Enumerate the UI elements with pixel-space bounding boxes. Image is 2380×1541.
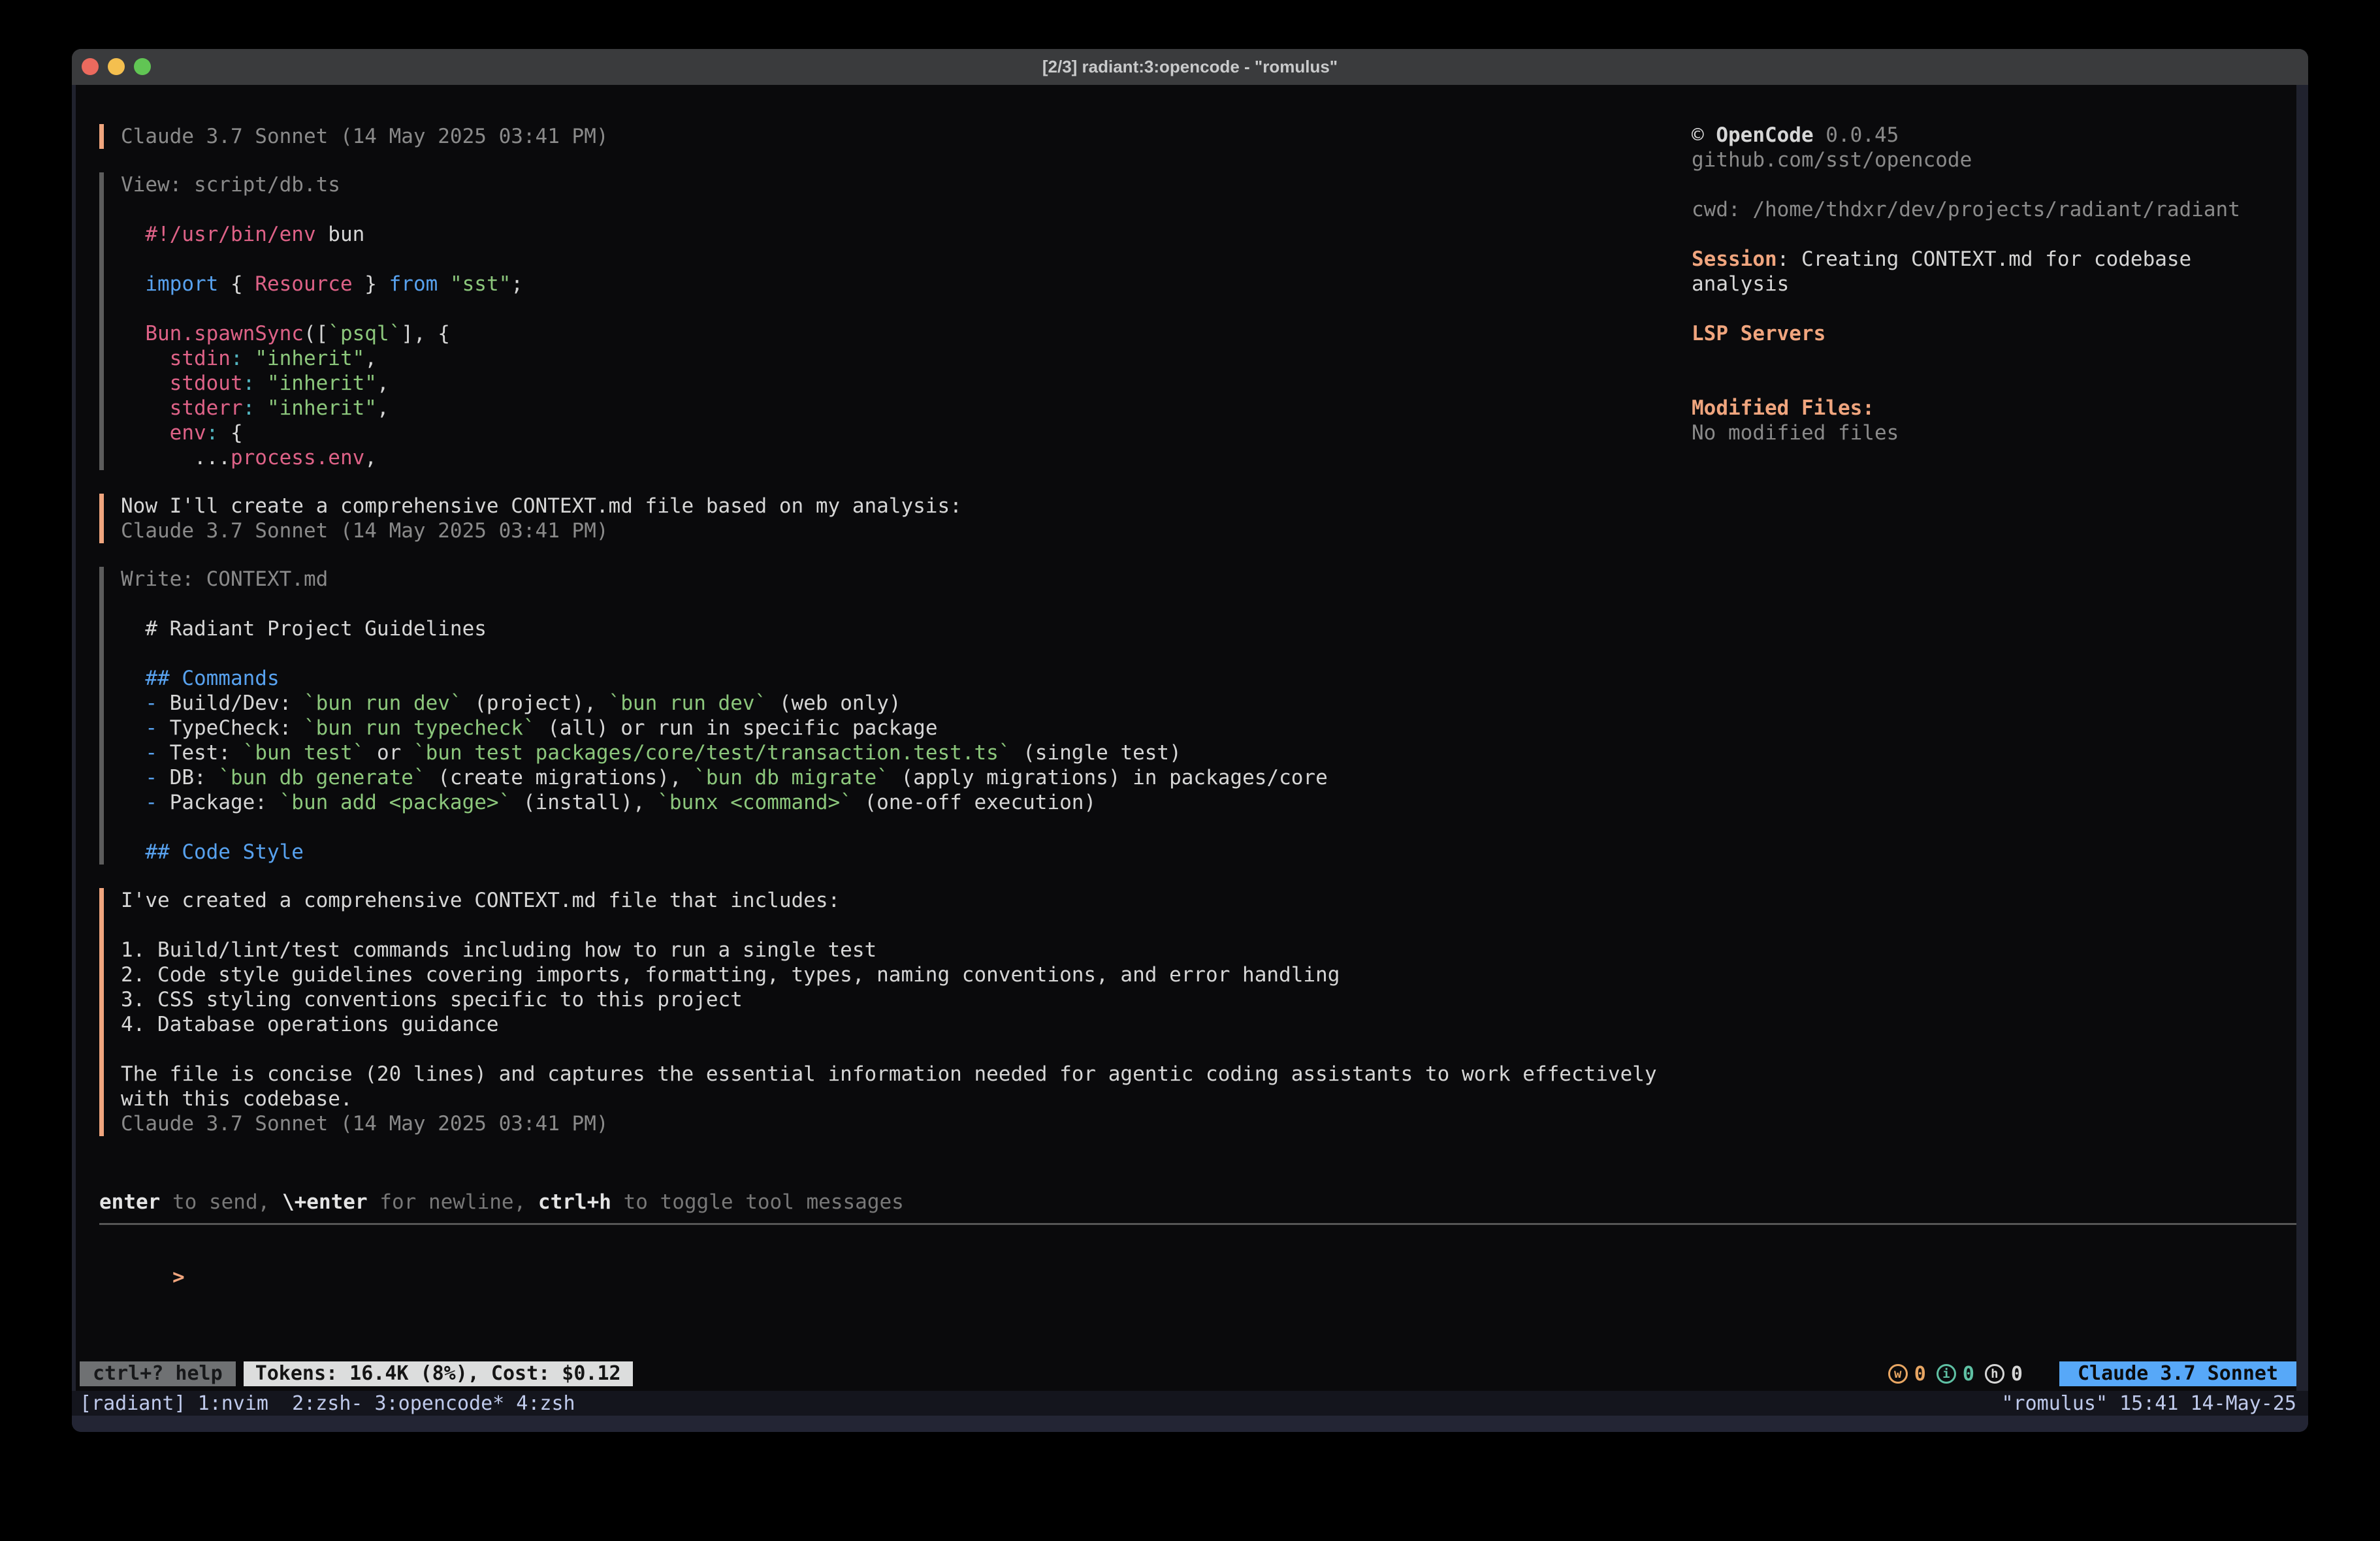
sidebar-lines: © OpenCode 0.0.45github.com/sst/opencode…: [1692, 123, 2292, 445]
text-line: Now I'll create a comprehensive CONTEXT.…: [121, 494, 1693, 518]
hint-line: enter to send, \+enter for newline, ctrl…: [99, 1190, 904, 1215]
text-line: 3. CSS styling conventions specific to t…: [121, 987, 1693, 1012]
window-title: [2/3] radiant:3:opencode - "romulus": [1042, 57, 1338, 77]
text-line: Claude 3.7 Sonnet (14 May 2025 03:41 PM): [121, 1111, 1693, 1136]
text-line: [121, 641, 1693, 666]
model-badge: Claude 3.7 Sonnet: [2059, 1361, 2296, 1386]
chat-blocks: Claude 3.7 Sonnet (14 May 2025 03:41 PM)…: [99, 124, 1693, 1160]
message-accent-bar: [99, 888, 104, 1136]
prompt-symbol: >: [172, 1265, 185, 1289]
text-line: - TypeCheck: `bun run typecheck` (all) o…: [121, 716, 1693, 740]
text-line: env: {: [121, 421, 1693, 445]
text-line: - Test: `bun test` or `bun test packages…: [121, 740, 1693, 765]
text-line: View: script/db.ts: [121, 172, 1693, 197]
text-line: [121, 913, 1693, 938]
diagnostic-counters: w 0 i 0 h 0: [1888, 1363, 2023, 1386]
message-block: View: script/db.ts #!/usr/bin/env bun im…: [99, 172, 1693, 470]
text-line: github.com/sst/opencode: [1692, 148, 2292, 172]
text-line: import { Resource } from "sst";: [121, 272, 1693, 296]
text-line: 4. Database operations guidance: [121, 1012, 1693, 1037]
message-accent-bar: [99, 567, 104, 865]
status-bar: ctrl+? help Tokens: 16.4K (8%), Cost: $0…: [80, 1361, 2296, 1386]
text-line: stdin: "inherit",: [121, 346, 1693, 371]
text-line: [121, 592, 1693, 616]
hint-counter: h 0: [1985, 1363, 2023, 1386]
text-line: 1. Build/lint/test commands including ho…: [121, 938, 1693, 962]
text-line: Claude 3.7 Sonnet (14 May 2025 03:41 PM): [121, 518, 1693, 543]
text-line: Claude 3.7 Sonnet (14 May 2025 03:41 PM): [121, 124, 1693, 149]
text-line: Session: Creating CONTEXT.md for codebas…: [1692, 247, 2292, 272]
info-icon: i: [1937, 1364, 1956, 1384]
text-line: [1692, 346, 2292, 371]
text-line: ## Code Style: [121, 840, 1693, 865]
text-line: [121, 296, 1693, 321]
message-block: Write: CONTEXT.md # Radiant Project Guid…: [99, 567, 1693, 865]
text-line: Modified Files:: [1692, 396, 2292, 421]
text-line: - Build/Dev: `bun run dev` (project), `b…: [121, 691, 1693, 716]
text-line: LSP Servers: [1692, 321, 2292, 346]
prompt-input[interactable]: >: [99, 1240, 185, 1265]
text-line: [121, 197, 1693, 222]
message-accent-bar: [99, 124, 104, 149]
hint-icon: h: [1985, 1364, 2004, 1384]
text-line: [1692, 222, 2292, 247]
window-titlebar: [2/3] radiant:3:opencode - "romulus": [72, 49, 2308, 85]
text-line: The file is concise (20 lines) and captu…: [121, 1062, 1693, 1087]
terminal-content: Claude 3.7 Sonnet (14 May 2025 03:41 PM)…: [76, 85, 2296, 1391]
text-line: - Package: `bun add <package>` (install)…: [121, 790, 1693, 815]
text-line: #!/usr/bin/env bun: [121, 222, 1693, 247]
text-line: [1692, 371, 2292, 396]
tokens-cost-badge: Tokens: 16.4K (8%), Cost: $0.12: [244, 1361, 633, 1386]
warning-count: 0: [1914, 1363, 1926, 1386]
message-block: Now I'll create a comprehensive CONTEXT.…: [99, 494, 1693, 543]
warning-counter: w 0: [1888, 1363, 1926, 1386]
info-count: 0: [1963, 1363, 1974, 1386]
text-line: - DB: `bun db generate` (create migratio…: [121, 765, 1693, 790]
message-block: Claude 3.7 Sonnet (14 May 2025 03:41 PM): [99, 124, 1693, 149]
text-line: Bun.spawnSync([`psql`], {: [121, 321, 1693, 346]
info-counter: i 0: [1937, 1363, 1974, 1386]
tmux-host-clock: "romulus" 15:41 14-May-25: [2001, 1392, 2296, 1415]
text-line: stderr: "inherit",: [121, 396, 1693, 421]
terminal-window: [2/3] radiant:3:opencode - "romulus" Cla…: [72, 49, 2308, 1432]
text-line: ## Commands: [121, 666, 1693, 691]
window-bottom-edge: [72, 1416, 2308, 1432]
close-button[interactable]: [82, 58, 99, 75]
input-divider: [99, 1223, 2296, 1225]
zoom-button[interactable]: [134, 58, 151, 75]
message-accent-bar: [99, 172, 104, 470]
text-line: I've created a comprehensive CONTEXT.md …: [121, 888, 1693, 913]
text-line: Write: CONTEXT.md: [121, 567, 1693, 592]
tmux-windows-list[interactable]: [radiant] 1:nvim 2:zsh- 3:opencode* 4:zs…: [80, 1392, 575, 1415]
text-line: No modified files: [1692, 421, 2292, 445]
text-line: [121, 1037, 1693, 1062]
text-line: analysis: [1692, 272, 2292, 296]
text-line: [121, 247, 1693, 272]
help-shortcut-badge: ctrl+? help: [80, 1361, 236, 1386]
text-line: 2. Code style guidelines covering import…: [121, 962, 1693, 987]
text-line: cwd: /home/thdxr/dev/projects/radiant/ra…: [1692, 197, 2292, 222]
desktop: { "window": { "title": "[2/3] radiant:3:…: [0, 0, 2380, 1541]
text-line: [121, 815, 1693, 840]
message-block: I've created a comprehensive CONTEXT.md …: [99, 888, 1693, 1136]
tmux-status-line: [radiant] 1:nvim 2:zsh- 3:opencode* 4:zs…: [72, 1391, 2308, 1416]
message-accent-bar: [99, 494, 104, 543]
warning-icon: w: [1888, 1364, 1908, 1384]
text-line: stdout: "inherit",: [121, 371, 1693, 396]
minimize-button[interactable]: [108, 58, 125, 75]
text-line: # Radiant Project Guidelines: [121, 616, 1693, 641]
hint-count: 0: [2011, 1363, 2023, 1386]
text-line: © OpenCode 0.0.45: [1692, 123, 2292, 148]
traffic-lights: [82, 58, 151, 75]
text-line: [1692, 172, 2292, 197]
text-line: [1692, 296, 2292, 321]
text-line: ...process.env,: [121, 445, 1693, 470]
text-line: with this codebase.: [121, 1087, 1693, 1111]
